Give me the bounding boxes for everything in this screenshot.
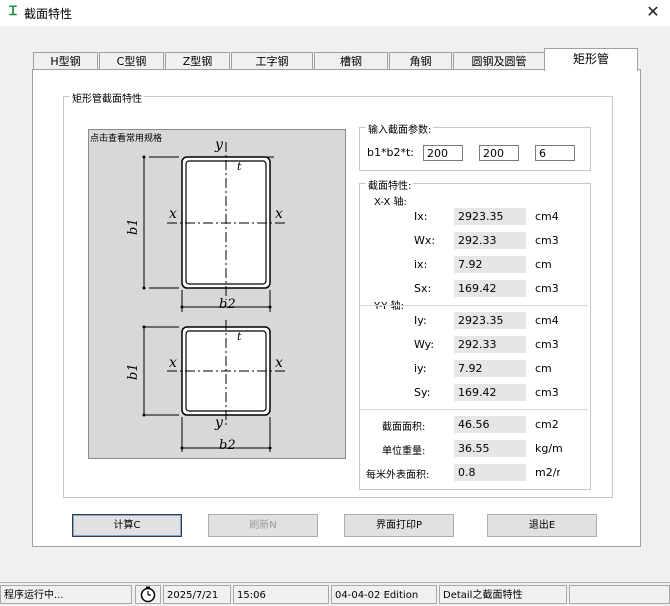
area-unit: cm2 [535,418,559,431]
print-button[interactable]: 界面打印P [344,514,454,537]
status-time: 15:06 [233,585,329,604]
sy-unit: cm3 [535,386,559,399]
status-state: 程序运行中... [0,585,132,604]
sx-value: 169.42 [454,280,526,297]
wx-unit: cm3 [535,234,559,247]
tab-strip: H型钢 C型钢 Z型钢 工字钢 槽钢 角钢 圆钢及圆管 矩形管 [33,48,639,71]
label-x-left-top: x [169,206,177,222]
b2-input[interactable]: 200 [479,145,519,161]
close-button[interactable]: ✕ [640,2,666,22]
app-icon: Ɪ [9,4,17,19]
exit-button[interactable]: 退出E [487,514,597,537]
label-x-right-top: x [275,206,283,222]
section-drawing[interactable]: y x x t b1 b2 x x t b1 y b2 [88,129,346,459]
t-input[interactable]: 6 [535,145,575,161]
area-label: 截面面积: [382,422,426,433]
label-b2-top: b2 [219,297,236,312]
wy-label: Wy: [414,338,435,351]
ix-moment-value: 2923.35 [454,208,526,225]
iy-moment-value: 2923.35 [454,312,526,329]
iy-radius-label: iy: [414,362,427,375]
status-date: 2025/7/21 [163,585,231,604]
iy-moment-unit: cm4 [535,314,559,327]
rect-tube-diagram: y x x t b1 b2 x x t b1 y b2 [126,137,287,453]
xx-axis-label: X-X 轴: [374,197,407,208]
tab-angle[interactable]: 角钢 [389,52,452,70]
sy-label: Sy: [414,386,431,399]
ix-moment-label: Ix: [414,210,428,223]
drawing-hint: 点击查看常用规格 [90,134,163,144]
input-params-title: 输入截面参数: [366,121,434,136]
sy-value: 169.42 [454,384,526,401]
label-x-right-bottom: x [275,355,283,371]
unit-weight-value: 36.55 [454,440,526,457]
sx-label: Sx: [414,282,432,295]
label-b1-top: b1 [126,218,141,235]
refresh-button[interactable]: 刷新N [208,514,318,537]
title-bar: Ɪ 截面特性 ✕ [0,0,670,26]
status-module: Detail之截面特性 [439,585,567,604]
sx-unit: cm3 [535,282,559,295]
input-params-label: b1*b2*t: [367,146,414,159]
section-group-title: 矩形管截面特性 [70,90,144,105]
calc-button[interactable]: 计算C [72,514,182,537]
clock-icon [135,585,161,604]
iy-radius-unit: cm [535,362,552,375]
divider-extra [360,409,588,410]
unit-weight-label: 单位重量: [382,446,426,457]
wx-value: 292.33 [454,232,526,249]
surface-area-label: 每米外表面积: [366,470,430,481]
surface-area-unit: m2/m [535,466,560,479]
tab-h-steel[interactable]: H型钢 [33,52,98,70]
area-value: 46.56 [454,416,526,433]
status-edition: 04-04-02 Edition [331,585,437,604]
label-b1-bottom: b1 [126,363,141,380]
iy-moment-label: Iy: [414,314,427,327]
ix-radius-label: ix: [414,258,428,271]
wy-value: 292.33 [454,336,526,353]
divider-xy [360,305,588,306]
b1-input[interactable]: 200 [423,145,463,161]
tab-round[interactable]: 圆钢及圆管 [453,52,545,70]
tab-z-steel[interactable]: Z型钢 [165,52,230,70]
ix-radius-unit: cm [535,258,552,271]
iy-radius-value: 7.92 [454,360,526,377]
label-y-bottom: y [214,415,224,431]
tab-c-steel[interactable]: C型钢 [99,52,164,70]
label-x-left-bottom: x [169,355,177,371]
label-t-bottom: t [237,330,242,343]
wy-unit: cm3 [535,338,559,351]
surface-area-value: 0.8 [454,464,526,481]
label-t-top: t [237,160,242,173]
section-props-title: 截面特性: [366,177,414,192]
label-y-top: y [214,137,224,153]
status-bar: 程序运行中... 2025/7/21 15:06 04-04-02 Editio… [0,582,670,606]
wx-label: Wx: [414,234,436,247]
label-b2-bottom: b2 [219,438,236,453]
ix-moment-unit: cm4 [535,210,559,223]
tab-rect-tube[interactable]: 矩形管 [544,48,638,71]
status-empty [569,585,670,604]
ix-radius-value: 7.92 [454,256,526,273]
tab-i-beam[interactable]: 工字钢 [231,52,313,70]
window-title: 截面特性 [24,7,73,21]
tab-channel[interactable]: 槽钢 [314,52,388,70]
unit-weight-unit: kg/m [535,442,563,455]
